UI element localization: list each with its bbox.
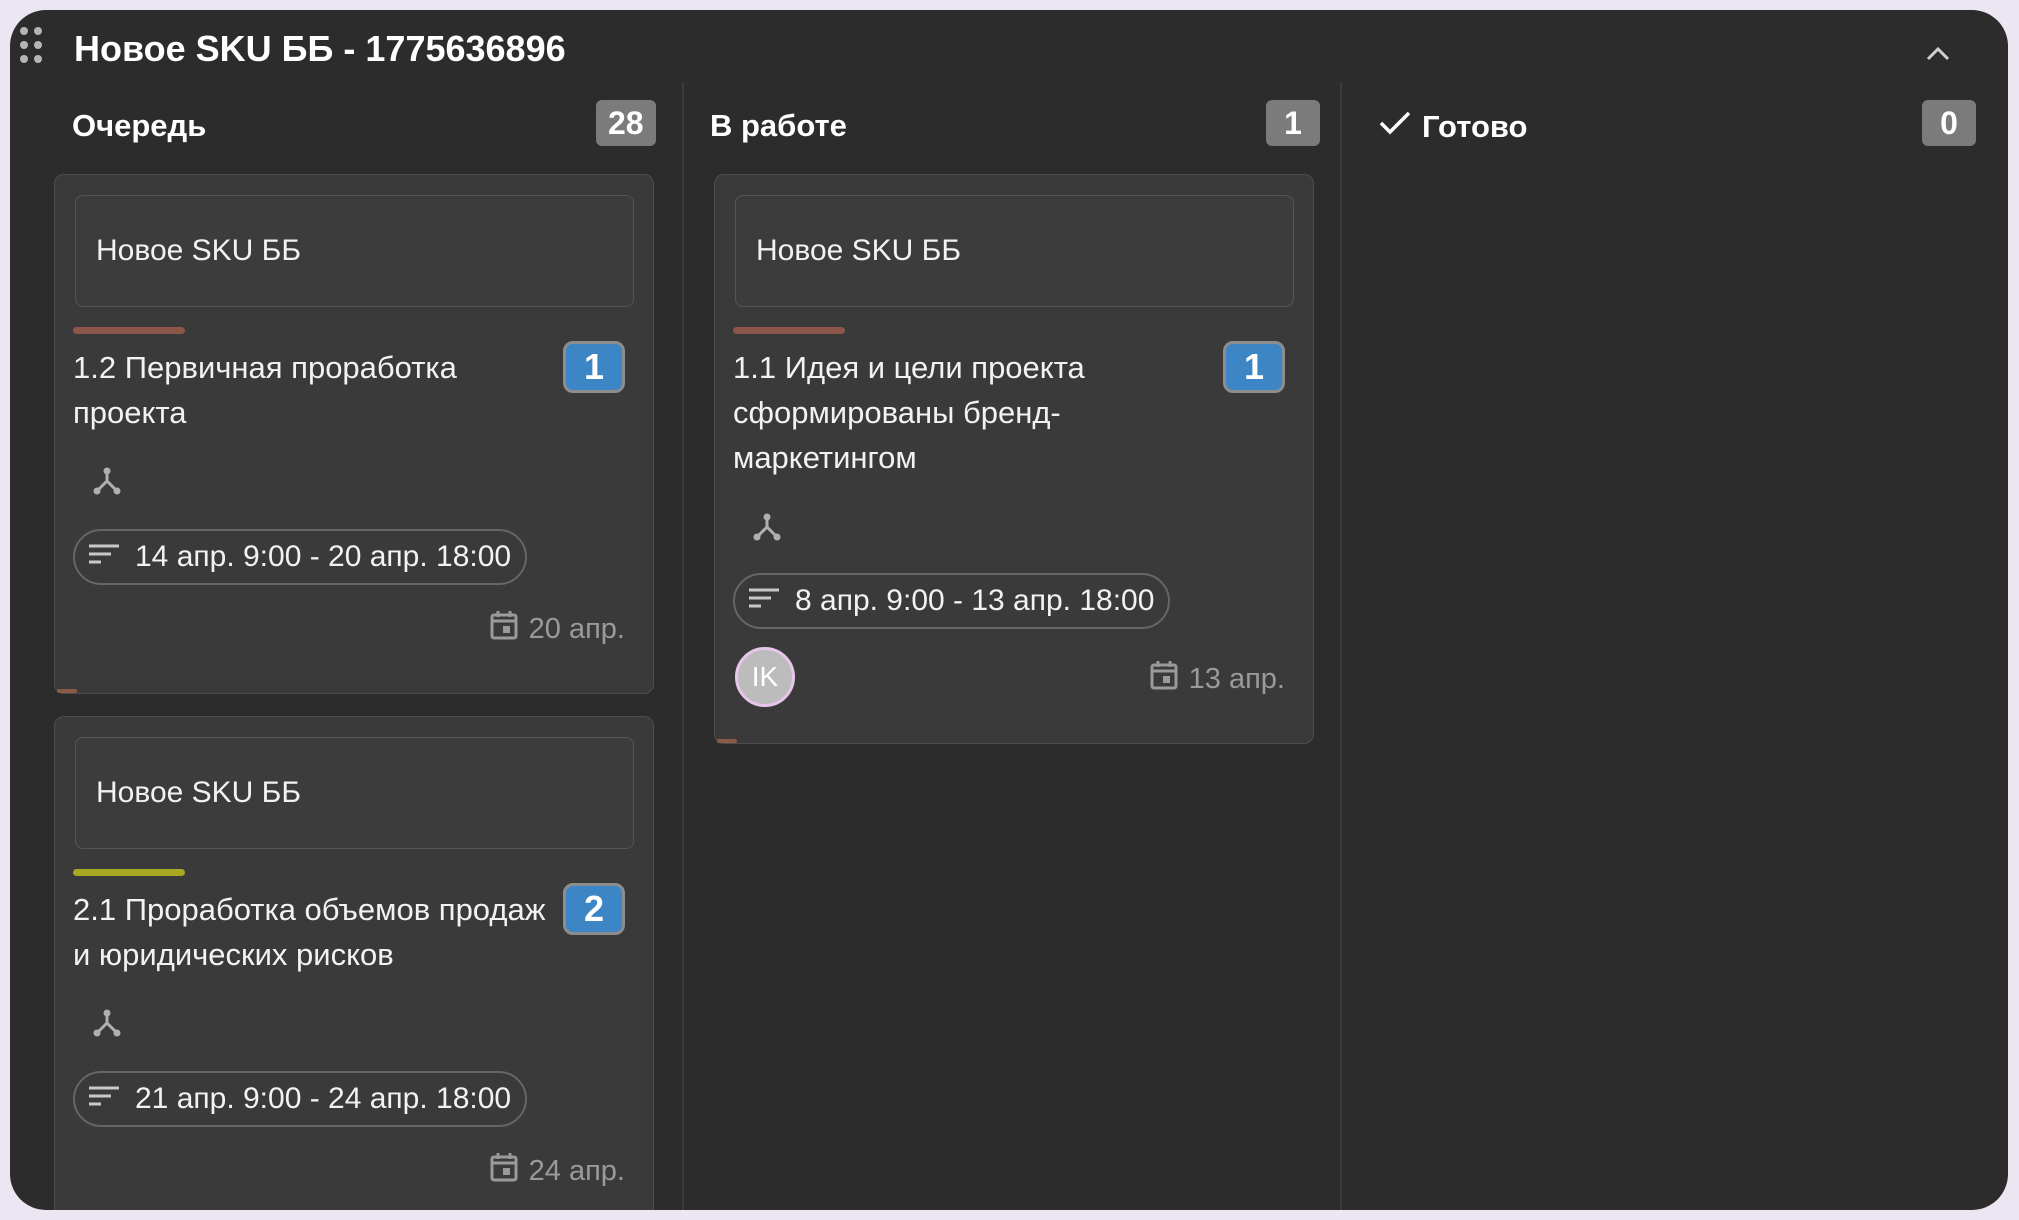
card-number-badge: 1	[563, 341, 625, 393]
board-header: Новое SKU ББ - 1775636896	[10, 10, 2008, 90]
card-progress-marker	[717, 739, 737, 743]
check-icon	[1378, 108, 1412, 146]
column-count-badge: 0	[1922, 100, 1976, 146]
column-count-badge: 28	[596, 100, 656, 146]
card-color-stripe	[73, 869, 185, 876]
column-title: Очередь	[72, 108, 207, 143]
card-period-chip[interactable]: 8 апр. 9:00 - 13 апр. 18:00	[733, 573, 1171, 629]
kanban-board: Новое SKU ББ - 1775636896 Очередь 28 Нов…	[10, 10, 2008, 1210]
column-in-progress: В работе 1 Новое SKU ББ 1.1 Идея и цели …	[684, 90, 1346, 1210]
card-period-text: 8 апр. 9:00 - 13 апр. 18:00	[795, 584, 1155, 617]
card-project-label: Новое SKU ББ	[75, 195, 634, 307]
dependency-icon[interactable]	[749, 509, 785, 545]
avatar[interactable]: IK	[735, 647, 795, 707]
column-title: В работе	[710, 108, 847, 143]
card-period-chip[interactable]: 14 апр. 9:00 - 20 апр. 18:00	[73, 529, 528, 585]
card-period-text: 14 апр. 9:00 - 20 апр. 18:00	[135, 540, 512, 573]
dependency-icon[interactable]	[89, 463, 125, 499]
column-title: Готово	[1422, 109, 1528, 144]
board-title: Новое SKU ББ - 1775636896	[74, 28, 566, 69]
period-lines-icon	[87, 540, 121, 574]
card-color-stripe	[733, 327, 845, 334]
card-due-text: 24 апр.	[528, 1154, 625, 1187]
card-due-text: 13 апр.	[1188, 662, 1285, 695]
task-card[interactable]: Новое SKU ББ 1.1 Идея и цели проекта сфо…	[714, 174, 1314, 744]
card-period-chip[interactable]: 21 апр. 9:00 - 24 апр. 18:00	[73, 1071, 528, 1127]
card-due-date: 13 апр.	[1149, 659, 1285, 699]
card-task-title[interactable]: 2.1 Проработка объемов продаж и юридичес…	[73, 887, 553, 977]
card-due-text: 20 апр.	[528, 612, 625, 645]
calendar-icon	[1149, 659, 1179, 699]
period-lines-icon	[747, 584, 781, 618]
column-done: Готово 0	[1342, 90, 2008, 1210]
task-card[interactable]: Новое SKU ББ 1.2 Первичная проработка пр…	[54, 174, 654, 694]
chevron-up-icon[interactable]	[1918, 34, 1958, 74]
task-card[interactable]: Новое SKU ББ 2.1 Проработка объемов прод…	[54, 716, 654, 1210]
card-project-label: Новое SKU ББ	[735, 195, 1294, 307]
column-count-badge: 1	[1266, 100, 1320, 146]
card-project-label: Новое SKU ББ	[75, 737, 634, 849]
calendar-icon	[489, 1151, 519, 1191]
card-number-badge: 1	[1223, 341, 1285, 393]
card-due-date: 24 апр.	[489, 1151, 625, 1191]
card-number-badge: 2	[563, 883, 625, 935]
dependency-icon[interactable]	[89, 1005, 125, 1041]
card-progress-marker	[57, 689, 77, 693]
card-due-date: 20 апр.	[489, 609, 625, 649]
column-title-wrap: Готово	[1378, 108, 1528, 146]
calendar-icon	[489, 609, 519, 649]
column-queue: Очередь 28 Новое SKU ББ 1.2 Первичная пр…	[10, 90, 676, 1210]
card-task-title[interactable]: 1.1 Идея и цели проекта сформированы бре…	[733, 345, 1203, 480]
period-lines-icon	[87, 1082, 121, 1116]
drag-handle-icon[interactable]	[20, 27, 46, 67]
card-period-text: 21 апр. 9:00 - 24 апр. 18:00	[135, 1082, 512, 1115]
card-task-title[interactable]: 1.2 Первичная проработка проекта	[73, 345, 553, 435]
card-color-stripe	[73, 327, 185, 334]
